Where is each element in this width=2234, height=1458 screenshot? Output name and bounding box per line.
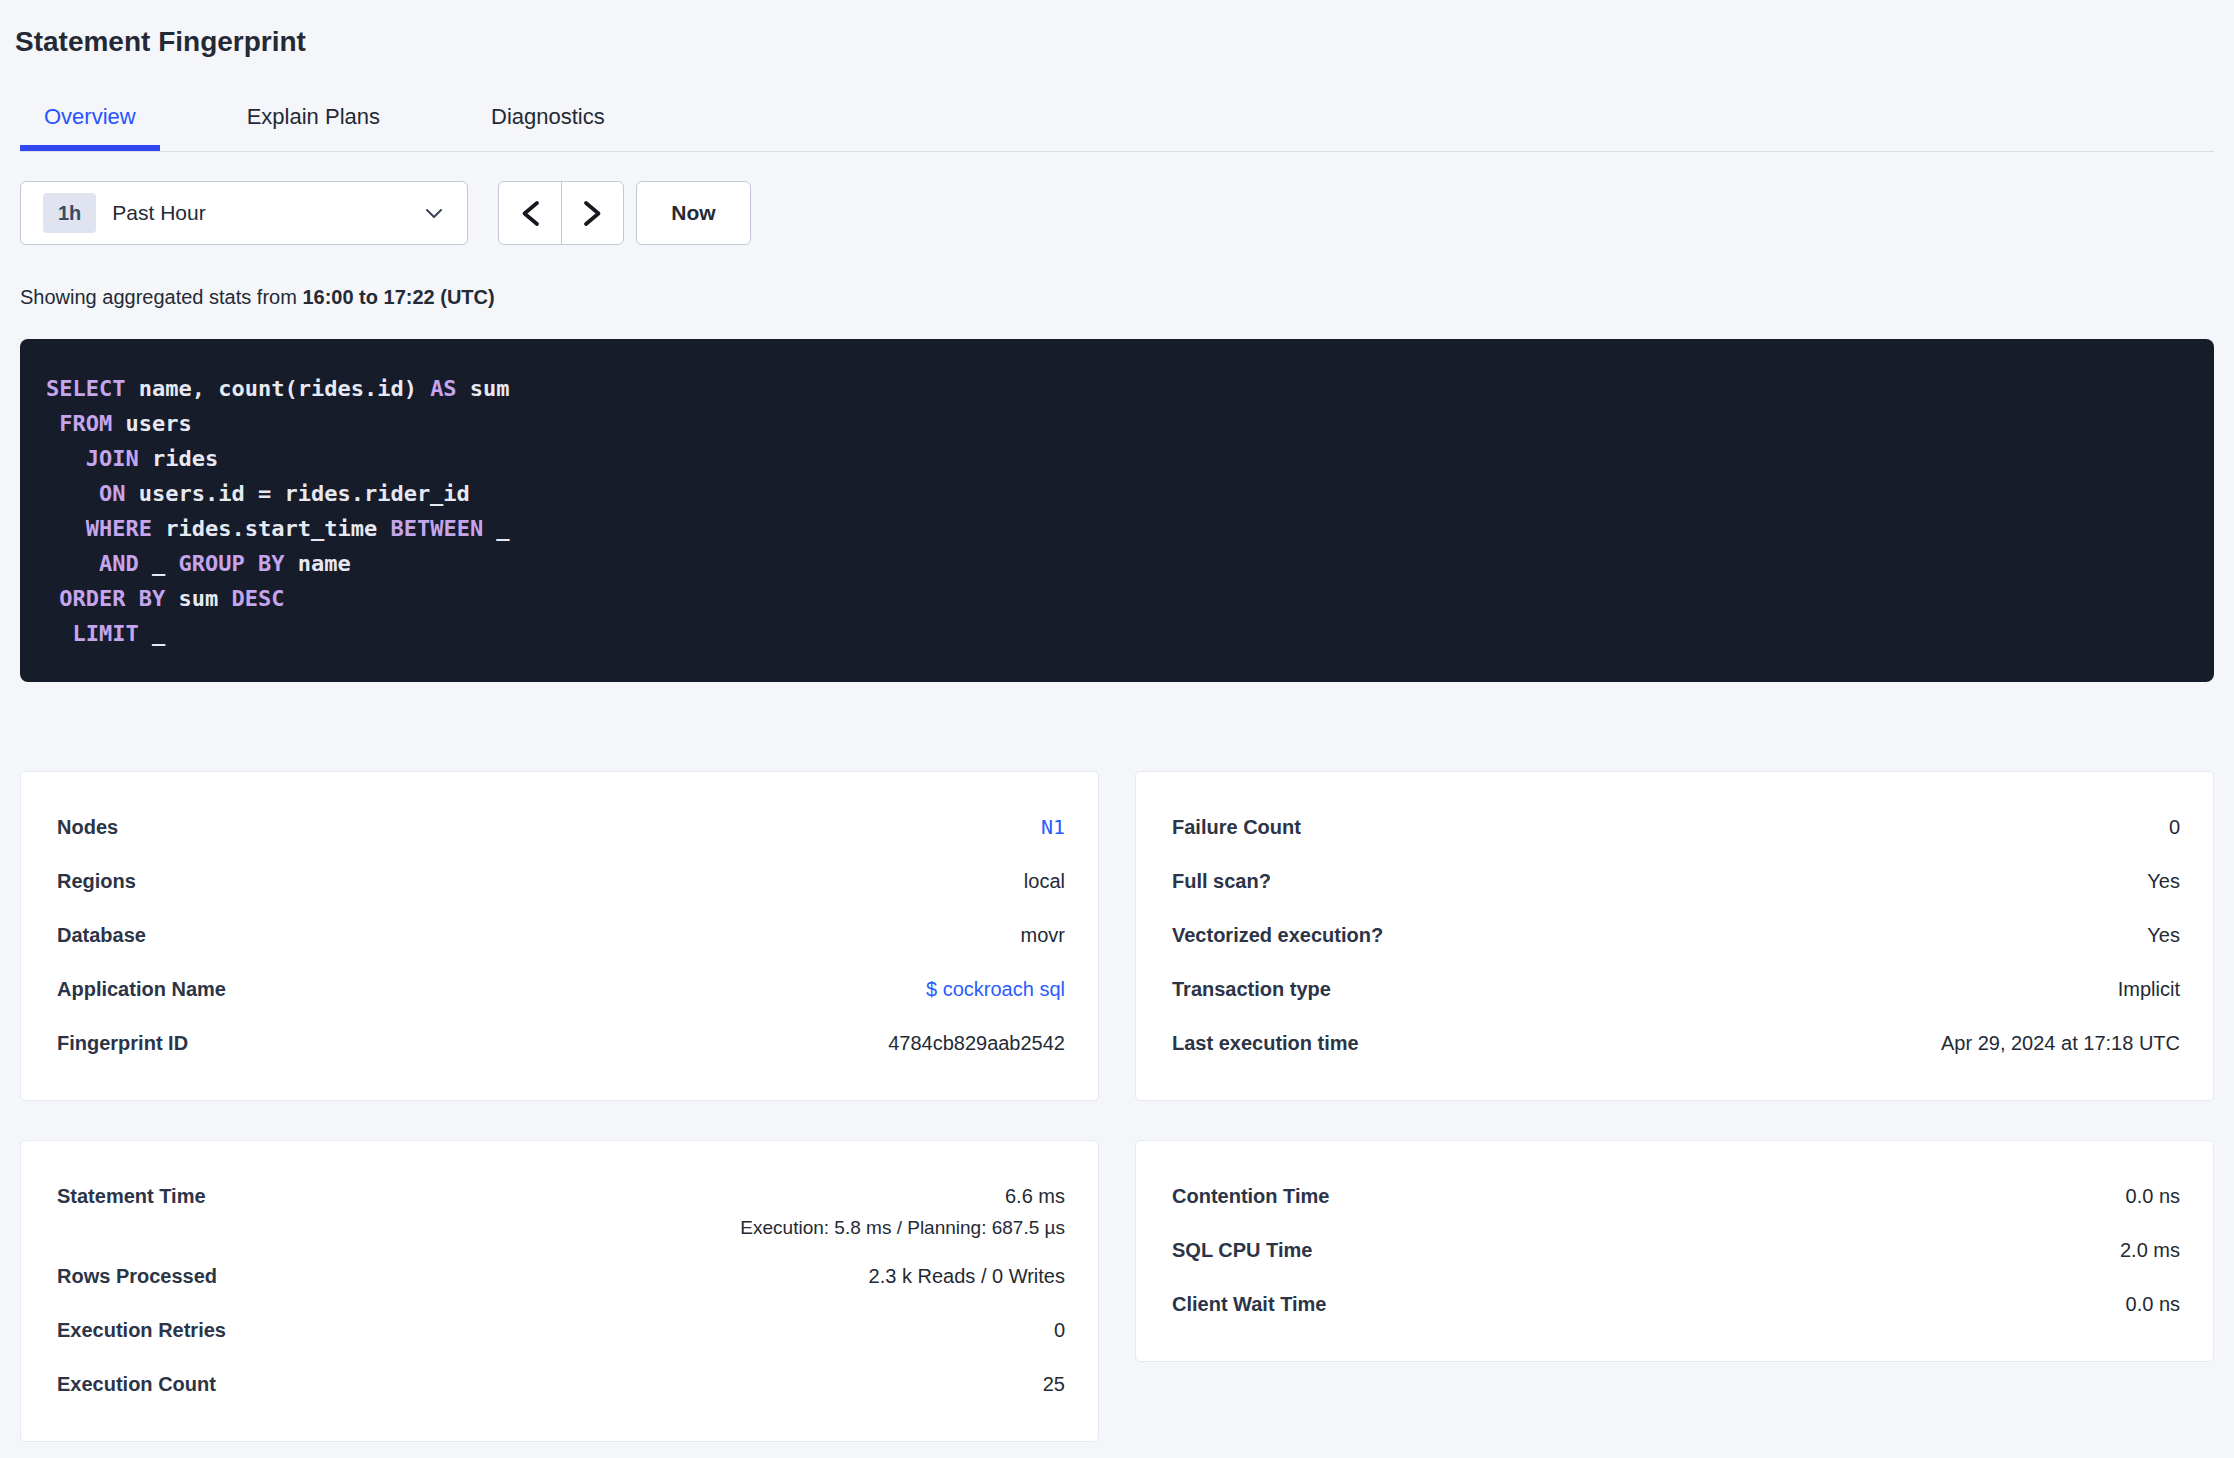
row-value: 2.0 ms [2120, 1239, 2180, 1261]
aggregated-stats-line: Showing aggregated stats from 16:00 to 1… [20, 285, 2214, 309]
sql-line: JOIN rides [46, 441, 2184, 476]
summary-cards: Nodes N1 Regions local Database movr Applicati… [20, 771, 2214, 1442]
row-label: Vectorized execution? [1172, 908, 1383, 962]
row-value: local [1024, 870, 1065, 892]
chevron-down-icon [423, 202, 445, 224]
row-label: Database [57, 908, 146, 962]
card-row: Vectorized execution? Yes [1172, 908, 2180, 962]
card-row: Regions local [57, 854, 1065, 908]
row-label: Nodes [57, 800, 118, 854]
next-button[interactable] [561, 182, 623, 244]
row-value: 0.0 ns [2126, 1185, 2180, 1207]
resource-times-card: Contention Time 0.0 ns SQL CPU Time 2.0 ms C… [1135, 1140, 2214, 1362]
card-row: Last execution time Apr 29, 2024 at 17:18… [1172, 1016, 2180, 1070]
row-value: movr [1021, 924, 1065, 946]
interval-label: Past Hour [112, 201, 205, 225]
tab-explain-plans[interactable]: Explain Plans [223, 84, 404, 151]
sql-line: AND _ GROUP BY name [46, 546, 2184, 581]
sql-code: SELECT name, count(rides.id) AS sum FROM… [46, 371, 2184, 651]
card-row: Statement Time 6.6 ms Execution: 5.8 ms / … [57, 1169, 1065, 1249]
time-nav [498, 181, 624, 245]
sql-line: LIMIT _ [46, 616, 2184, 651]
row-label: Full scan? [1172, 854, 1271, 908]
row-value: Yes [2147, 924, 2180, 946]
time-interval-picker[interactable]: 1h Past Hour [20, 181, 468, 245]
row-subvalue: Execution: 5.8 ms / Planning: 687.5 µs [740, 1215, 1065, 1241]
sql-statement-box: SELECT name, count(rides.id) AS sum FROM… [20, 339, 2214, 682]
statement-times-card: Statement Time 6.6 ms Execution: 5.8 ms / … [20, 1140, 1099, 1442]
row-value: Yes [2147, 870, 2180, 892]
row-label: Fingerprint ID [57, 1016, 188, 1070]
row-value-link[interactable]: $ cockroach sql [926, 978, 1065, 1000]
card-row: Full scan? Yes [1172, 854, 2180, 908]
row-label: Execution Count [57, 1357, 216, 1411]
row-value: 4784cb829aab2542 [888, 1032, 1065, 1054]
prev-button[interactable] [499, 182, 561, 244]
row-label: Transaction type [1172, 962, 1331, 1016]
page: Statement Fingerprint Overview Explain Pl… [0, 22, 2234, 1442]
card-row: Client Wait Time 0.0 ns [1172, 1277, 2180, 1331]
row-value: 25 [1043, 1373, 1065, 1395]
row-label: Application Name [57, 962, 226, 1016]
interval-badge: 1h [43, 193, 96, 233]
sql-line: WHERE rides.start_time BETWEEN _ [46, 511, 2184, 546]
row-label: Failure Count [1172, 800, 1301, 854]
card-row: Database movr [57, 908, 1065, 962]
row-value: 0.0 ns [2126, 1293, 2180, 1315]
card-row: Transaction type Implicit [1172, 962, 2180, 1016]
card-row: Application Name $ cockroach sql [57, 962, 1065, 1016]
sql-line: FROM users [46, 406, 2184, 441]
row-label: Client Wait Time [1172, 1277, 1326, 1331]
row-label: Rows Processed [57, 1249, 217, 1303]
page-title: Statement Fingerprint [15, 22, 2214, 62]
card-row: Execution Retries 0 [57, 1303, 1065, 1357]
row-label: Statement Time [57, 1169, 206, 1223]
row-value: 6.6 ms [1005, 1185, 1065, 1207]
row-label: SQL CPU Time [1172, 1223, 1312, 1277]
row-label: Execution Retries [57, 1303, 226, 1357]
card-row: Contention Time 0.0 ns [1172, 1169, 2180, 1223]
card-row: SQL CPU Time 2.0 ms [1172, 1223, 2180, 1277]
card-row: Nodes N1 [57, 800, 1065, 854]
execution-attributes-card: Failure Count0Full scan?YesVectorized ex… [1135, 771, 2214, 1101]
tab-overview[interactable]: Overview [20, 84, 160, 151]
card-row: Execution Count 25 [57, 1357, 1065, 1411]
row-value: 0 [1054, 1319, 1065, 1341]
now-button[interactable]: Now [636, 181, 751, 245]
row-value: Apr 29, 2024 at 17:18 UTC [1941, 1032, 2180, 1054]
card-row: Failure Count 0 [1172, 800, 2180, 854]
statement-details-card: Nodes N1 Regions local Database movr Applicati… [20, 771, 1099, 1101]
card-row: Rows Processed 2.3 k Reads / 0 Writes [57, 1249, 1065, 1303]
row-label: Last execution time [1172, 1016, 1359, 1070]
tab-diagnostics[interactable]: Diagnostics [467, 84, 629, 151]
row-value: Implicit [2118, 978, 2180, 1000]
time-toolbar: 1h Past Hour Now [20, 181, 2214, 245]
row-value-link[interactable]: N1 [1041, 815, 1065, 839]
row-value: 0 [2169, 816, 2180, 838]
sql-line: ORDER BY sum DESC [46, 581, 2184, 616]
sql-line: SELECT name, count(rides.id) AS sum [46, 371, 2184, 406]
row-label: Regions [57, 854, 136, 908]
tabs: Overview Explain Plans Diagnostics [20, 84, 2214, 152]
row-value: 2.3 k Reads / 0 Writes [869, 1265, 1065, 1287]
row-label: Contention Time [1172, 1169, 1329, 1223]
sql-line: ON users.id = rides.rider_id [46, 476, 2184, 511]
card-row: Fingerprint ID 4784cb829aab2542 [57, 1016, 1065, 1070]
